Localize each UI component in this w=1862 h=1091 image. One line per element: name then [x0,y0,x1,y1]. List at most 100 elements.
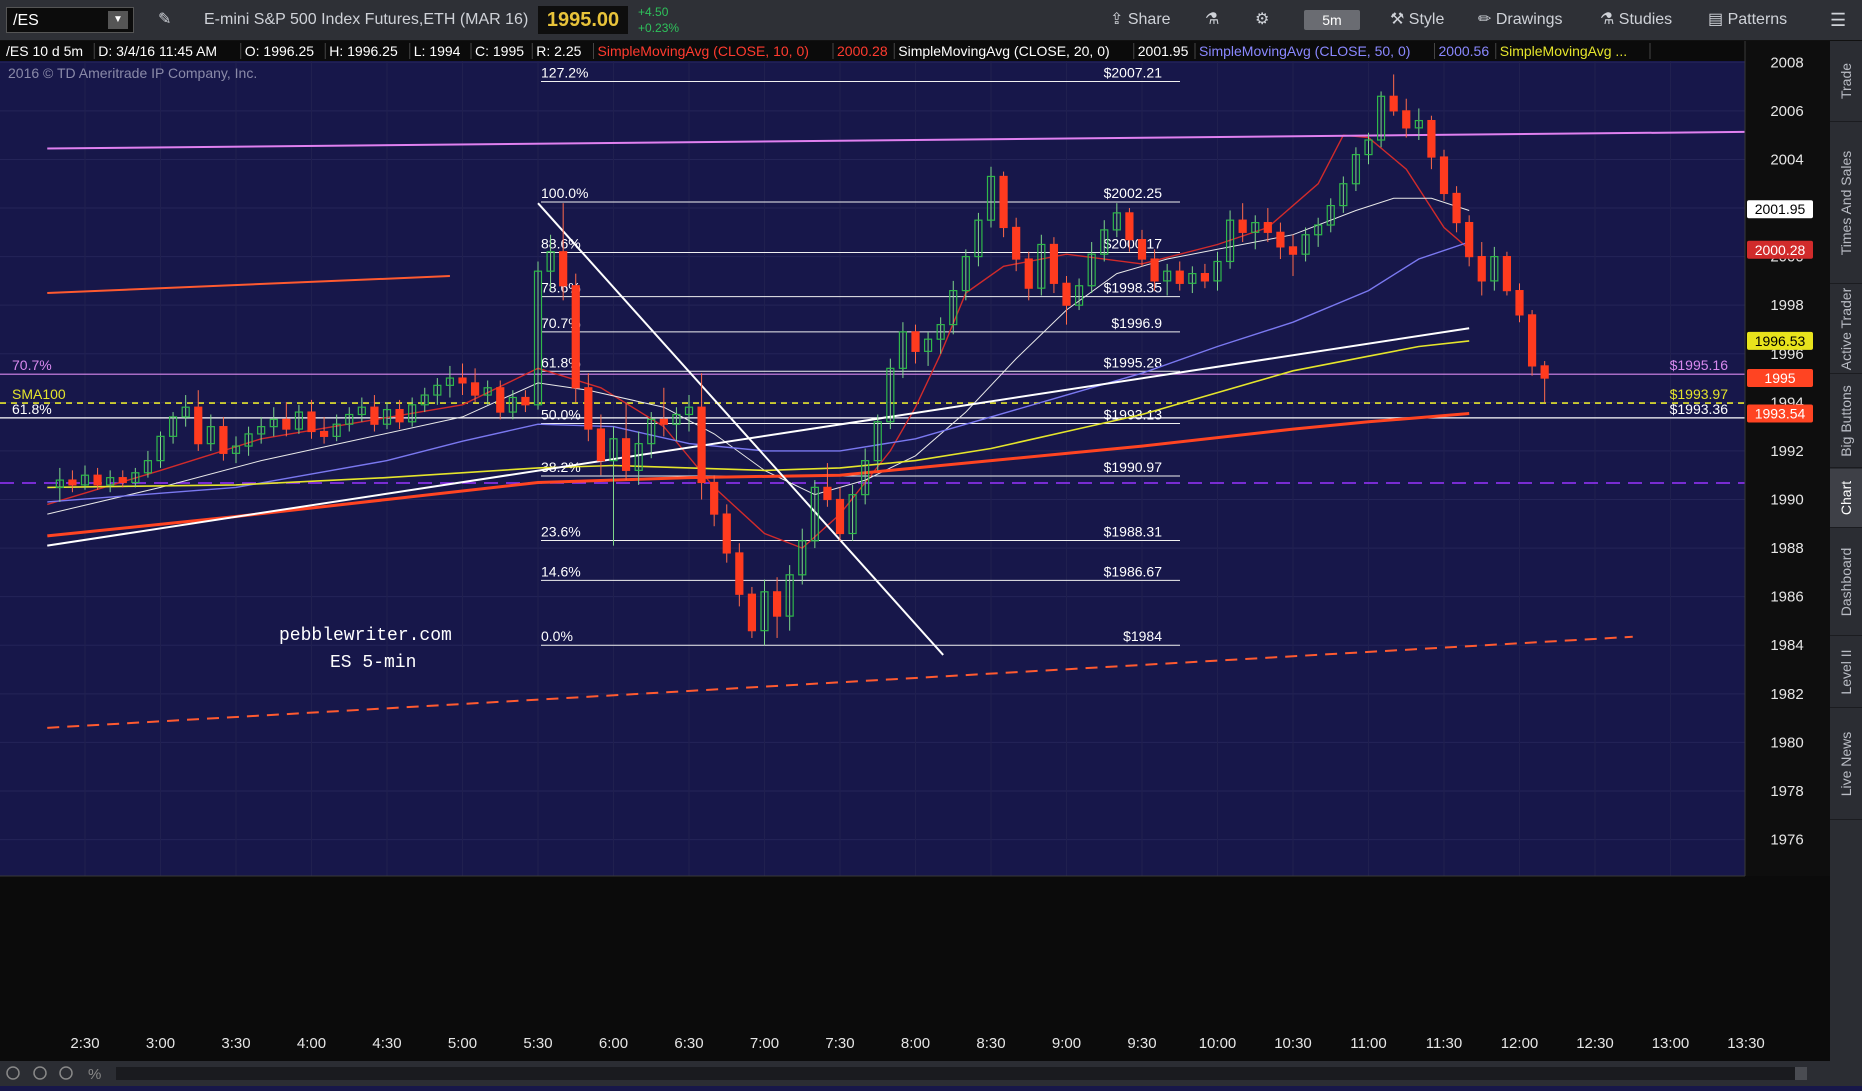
side-tab-dashboard[interactable]: Dashboard [1830,529,1862,636]
side-tab-label: Dashboard [1838,547,1854,617]
drawings-button[interactable]: ✏ Drawings [1478,0,1563,40]
price-tick-label: 2008 [1770,54,1803,71]
side-tab-label: Chart [1838,480,1854,516]
info-bar-field: /ES 10 d 5m [6,43,83,59]
candle-body [1427,119,1436,158]
link-icon[interactable]: ✎ [158,0,171,40]
side-tab-big-buttons[interactable]: Big Buttons [1830,375,1862,468]
symbol-dropdown-icon[interactable]: ▼ [108,11,128,29]
side-tab-times-and-sales[interactable]: Times And Sales [1830,123,1862,284]
time-tick-label: 11:30 [1426,1035,1462,1052]
price-axis[interactable]: 1976197819801982198419861988199019921994… [1744,41,1830,876]
time-tick-label: 6:30 [674,1035,703,1052]
side-tab-label: Active Trader [1838,287,1854,371]
side-tab-label: Live News [1838,731,1854,797]
share-icon: ⇪ [1110,11,1124,28]
fib-level-price: $1990.97 [1104,459,1163,475]
candle-body [1288,246,1298,255]
candle-body [1125,212,1134,241]
candle-body [1515,290,1524,316]
timeframe-button[interactable]: 5m [1304,10,1360,30]
info-bar-field: L: 1994 [414,43,461,59]
candle-body [559,251,568,287]
info-bar-field: H: 1996.25 [329,43,398,59]
studies-icon: ⚗ [1600,11,1615,28]
time-axis-background[interactable] [0,876,1830,1061]
candle-body [93,474,102,486]
price-tick-label: 2006 [1770,103,1803,120]
candle-body [395,409,404,423]
side-tab-chart[interactable]: Chart [1830,469,1862,528]
candle-body [1540,365,1549,379]
time-tick-label: 12:00 [1501,1035,1539,1052]
candle-body [1200,273,1210,282]
price-tag-label: 2000.28 [1755,242,1806,258]
price-tick-label: 1990 [1770,492,1803,509]
patterns-button[interactable]: ▤ Patterns [1708,0,1787,40]
time-tick-label: 3:00 [146,1035,175,1052]
info-bar-field: 2000.28 [837,43,888,59]
price-tick-label: 1978 [1770,783,1803,800]
price-tick-label: 1976 [1770,832,1803,849]
price-tag-label: 2001.95 [1755,201,1806,217]
candle-body [722,513,731,554]
candle-body [1276,231,1285,248]
scrollbar[interactable]: % [0,1061,1862,1086]
fib-level-price: $1993.13 [1104,406,1163,422]
line-label-left: 61.8% [12,401,52,417]
time-axis[interactable]: 2:30 3:00 3:30 4:00 4:30 5:00 5:30 6:00 6:30 7:00… [0,875,1830,1061]
time-tick-label: 8:00 [901,1035,930,1052]
fib-level-price: $1986.67 [1104,563,1163,579]
candle-body [1439,156,1449,195]
flask-icon[interactable]: ⚗ [1205,0,1219,40]
info-bar-field: SimpleMovingAvg (CLOSE, 10, 0) [598,43,809,59]
copyright-text: 2016 © TD Ameritrade IP Company, Inc. [8,65,257,81]
share-button[interactable]: ⇪ Share [1110,0,1171,40]
price-tick-label: 1980 [1770,734,1803,751]
candle-body [1012,226,1021,260]
line-label-right: $1993.97 [1670,386,1729,402]
candle-body [1150,258,1159,282]
studies-button[interactable]: ⚗ Studies [1600,0,1672,40]
candle-body [470,382,480,396]
candle-body [68,479,77,486]
price-tick-label: 1986 [1770,589,1803,606]
side-tab-label: Trade [1838,62,1854,100]
zoom-fit-icon[interactable] [59,1066,73,1080]
fib-level-percent: 23.6% [541,524,581,540]
menu-icon[interactable]: ☰ [1830,0,1846,40]
fib-level-price: $2002.25 [1104,185,1163,201]
fib-level-percent: 127.2% [541,64,588,80]
candle-body [1238,219,1247,233]
price-chart[interactable]: 127.2% $2007.21100.0% $2002.2588.6% $2000.1… [0,41,1830,1061]
candle-body [1452,192,1461,224]
candle-body [772,591,782,617]
side-tab-trade[interactable]: Trade [1830,41,1862,122]
side-tab-active-trader[interactable]: Active Trader [1830,285,1862,374]
line-label-left: SMA100 [12,386,66,402]
zoom-out-icon[interactable] [6,1066,20,1080]
price-tag-label: 1995 [1764,370,1795,386]
scroll-thumb[interactable] [1795,1067,1807,1080]
time-tick-label: 7:00 [750,1035,779,1052]
pencil-icon: ✏ [1478,11,1492,28]
time-tick-label: 7:30 [825,1035,854,1052]
time-tick-label: 4:00 [297,1035,326,1052]
candle-body [194,406,203,445]
side-tab-label: Times And Sales [1838,150,1854,256]
side-tab-label: Level II [1838,649,1854,695]
time-tick-label: 6:00 [599,1035,628,1052]
candle-body [735,552,744,595]
zoom-in-icon[interactable] [33,1066,47,1080]
time-tick-label: 10:00 [1199,1035,1237,1052]
style-button[interactable]: ⚒ Style [1390,0,1444,40]
fib-level-percent: 0.0% [541,628,573,644]
info-bar-field: R: 2.25 [536,43,581,59]
gear-icon[interactable]: ⚙ [1255,0,1269,40]
patterns-label: Patterns [1727,11,1788,28]
side-tab-live-news[interactable]: Live News [1830,709,1862,820]
percent-icon[interactable]: % [88,1066,101,1083]
info-bar-field: 2000.56 [1439,43,1490,59]
side-tab-level-ii[interactable]: Level II [1830,637,1862,708]
scroll-track[interactable] [116,1067,1806,1080]
